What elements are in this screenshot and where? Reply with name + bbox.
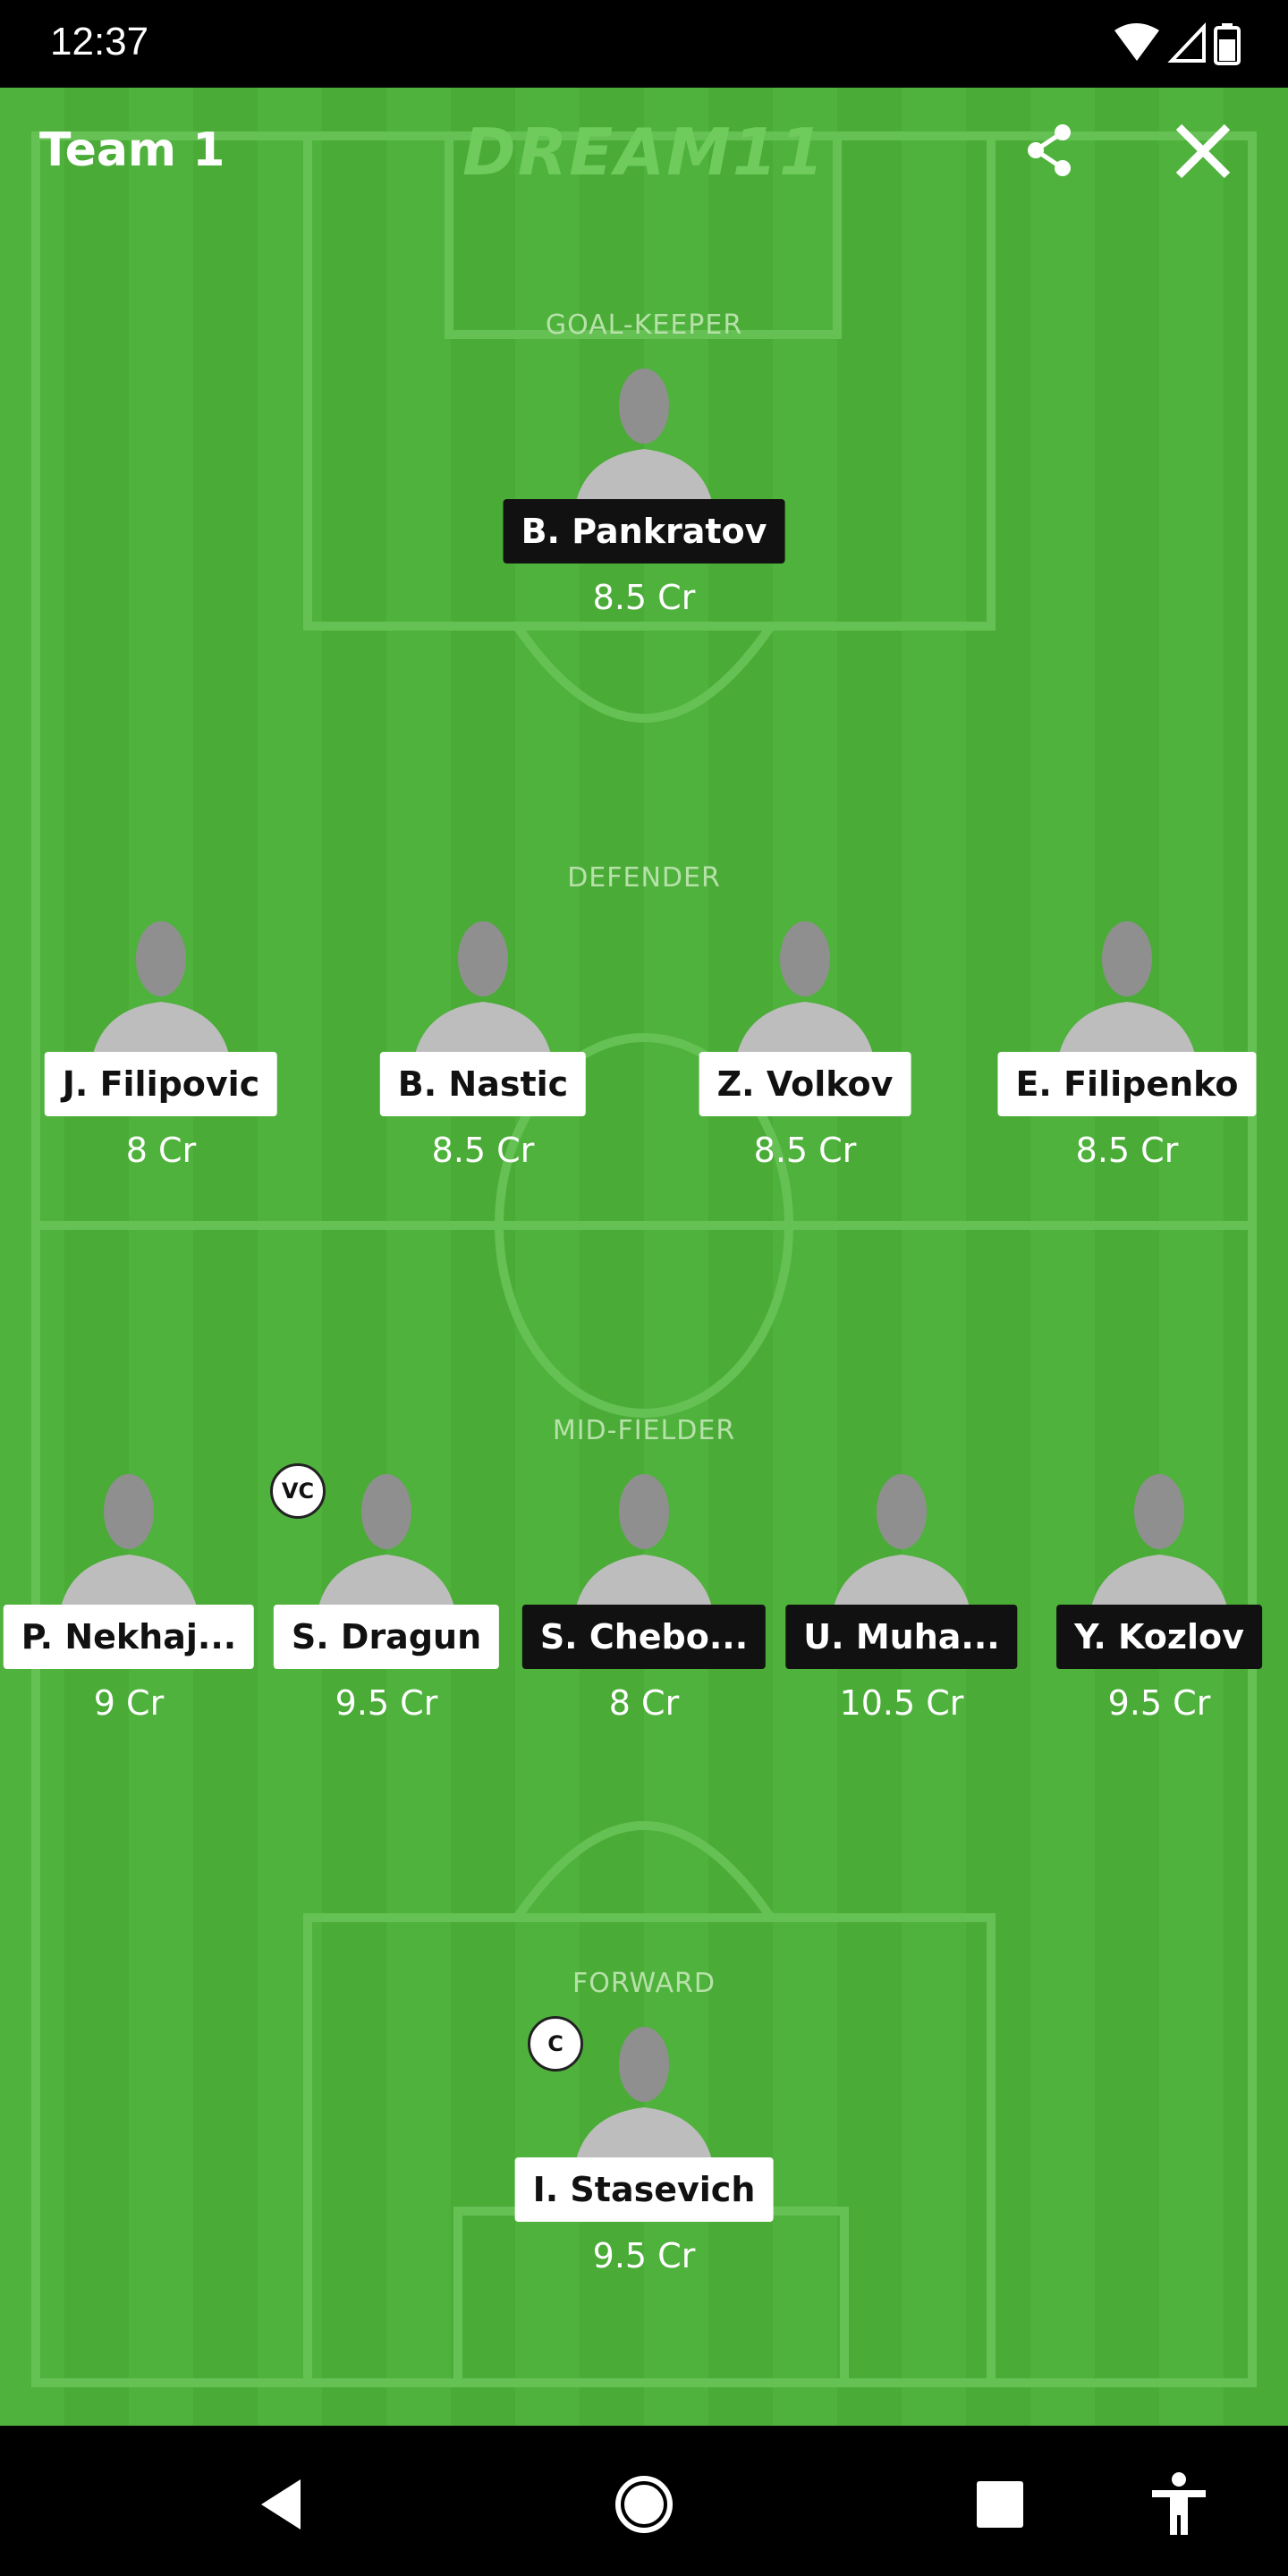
player-name: P. Nekhaj...	[3, 1605, 255, 1669]
player-avatar-icon	[832, 1474, 971, 1615]
player-avatar-icon	[413, 921, 553, 1063]
football-field: Team 1 DREAM11 GOAL-KEEPER B. Pankratov …	[0, 88, 1288, 2426]
player-credits: 9.5 Cr	[335, 1683, 438, 1723]
recents-button[interactable]	[964, 2469, 1036, 2540]
player-card[interactable]: S. Chebo... 8 Cr	[521, 1472, 767, 1741]
player-avatar-icon	[317, 1474, 456, 1615]
status-time: 12:37	[50, 20, 149, 64]
player-name: B. Nastic	[379, 1052, 587, 1116]
player-credits: 8.5 Cr	[753, 1131, 857, 1170]
player-avatar-icon	[91, 921, 231, 1063]
player-name: U. Muha...	[785, 1605, 1018, 1669]
player-card[interactable]: B. Nastic 8.5 Cr	[367, 919, 599, 1188]
player-name: S. Chebo...	[521, 1605, 767, 1669]
section-forward: FORWARD	[572, 1968, 716, 1999]
player-card[interactable]: B. Pankratov 8.5 Cr	[503, 367, 785, 635]
player-avatar-icon	[574, 1474, 714, 1615]
status-bar: 12:37	[0, 0, 1288, 88]
vice-captain-badge: VC	[270, 1463, 326, 1519]
player-avatar-icon	[1057, 921, 1197, 1063]
player-avatar-icon	[1089, 1474, 1229, 1615]
captain-badge: C	[528, 2016, 583, 2072]
signal-icon	[1167, 21, 1206, 63]
player-card[interactable]: E. Filipenko 8.5 Cr	[997, 919, 1257, 1188]
player-avatar-icon	[574, 2027, 714, 2168]
player-name: Y. Kozlov	[1056, 1605, 1262, 1669]
status-icons	[1111, 21, 1245, 66]
player-avatar-icon	[735, 921, 875, 1063]
player-avatar-icon	[59, 1474, 199, 1615]
player-card[interactable]: VC S. Dragun 9.5 Cr	[270, 1463, 503, 1741]
player-card[interactable]: Z. Volkov 8.5 Cr	[689, 919, 921, 1188]
player-credits: 8.5 Cr	[1075, 1131, 1179, 1170]
player-credits: 8 Cr	[125, 1131, 197, 1170]
share-icon	[1028, 124, 1071, 176]
accessibility-icon	[1152, 2472, 1206, 2535]
home-icon	[615, 2476, 673, 2533]
player-credits: 9.5 Cr	[1107, 1683, 1211, 1723]
player-card[interactable]: C I. Stasevich 9.5 Cr	[514, 2016, 774, 2293]
section-goalkeeper: GOAL-KEEPER	[545, 309, 743, 341]
section-midfielder: MID-FIELDER	[552, 1415, 736, 1446]
back-icon	[261, 2479, 301, 2529]
share-button[interactable]	[1023, 123, 1077, 177]
player-name: B. Pankratov	[503, 499, 785, 564]
brand-logo: DREAM11	[462, 114, 826, 190]
player-card[interactable]: U. Muha... 10.5 Cr	[785, 1472, 1018, 1741]
back-button[interactable]	[249, 2469, 320, 2540]
player-credits: 8 Cr	[608, 1683, 680, 1723]
player-avatar-icon	[574, 369, 714, 510]
player-card[interactable]: Y. Kozlov 9.5 Cr	[1043, 1472, 1275, 1741]
player-card[interactable]: J. Filipovic 8 Cr	[44, 919, 278, 1188]
player-credits: 9.5 Cr	[592, 2236, 696, 2275]
player-name: E. Filipenko	[997, 1052, 1257, 1116]
player-card[interactable]: P. Nekhaj... 9 Cr	[3, 1472, 255, 1741]
battery-icon	[1214, 23, 1241, 65]
player-credits: 8.5 Cr	[592, 578, 696, 617]
player-credits: 9 Cr	[93, 1683, 165, 1723]
recents-icon	[977, 2481, 1023, 2528]
player-name: Z. Volkov	[699, 1052, 911, 1116]
player-name: J. Filipovic	[44, 1052, 278, 1116]
home-button[interactable]	[608, 2469, 680, 2540]
player-name: I. Stasevich	[514, 2157, 774, 2222]
close-button[interactable]	[1172, 120, 1234, 182]
wifi-icon	[1114, 23, 1159, 61]
navigation-bar	[0, 2426, 1288, 2576]
player-credits: 8.5 Cr	[431, 1131, 535, 1170]
section-defender: DEFENDER	[567, 862, 721, 894]
close-icon	[1175, 123, 1231, 179]
player-name: S. Dragun	[273, 1605, 500, 1669]
player-credits: 10.5 Cr	[839, 1683, 964, 1723]
accessibility-button[interactable]	[1143, 2469, 1215, 2540]
